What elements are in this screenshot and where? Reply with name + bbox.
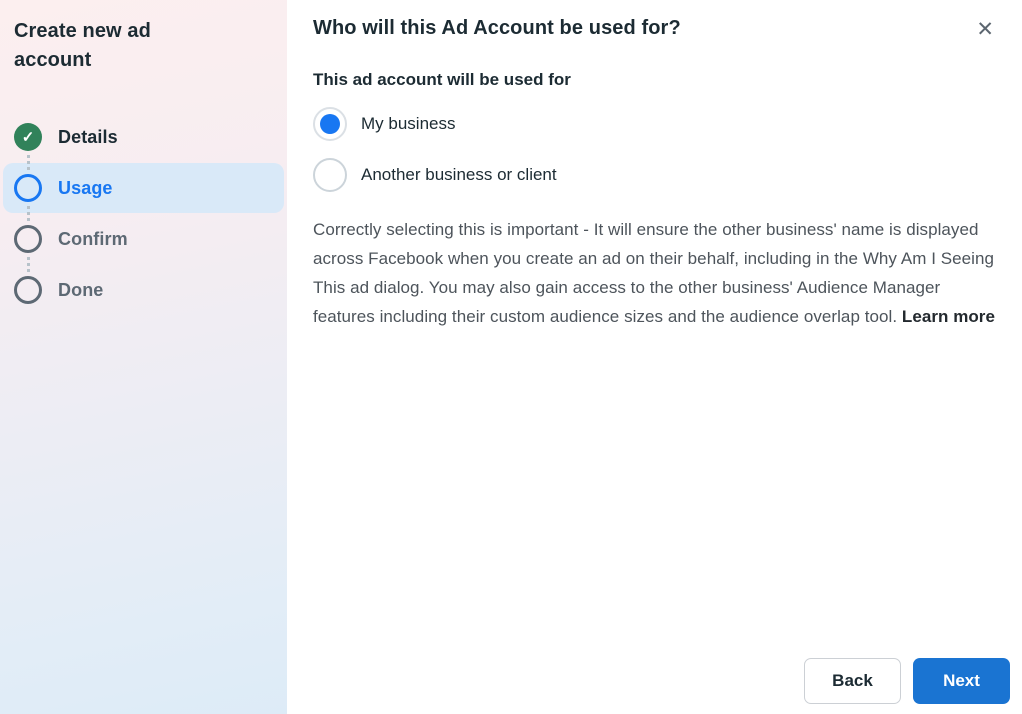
wizard-sidebar: Create new ad account ✓ Details Usage Co… <box>0 0 287 714</box>
step-confirm[interactable]: Confirm <box>3 206 284 264</box>
next-button[interactable]: Next <box>913 658 1010 704</box>
description-text: Correctly selecting this is important - … <box>313 220 994 326</box>
learn-more-link[interactable]: Learn more <box>902 307 995 326</box>
wizard-steps: ✓ Details Usage Confirm Done <box>3 112 284 315</box>
radio-button-selected[interactable] <box>313 107 347 141</box>
radio-dot <box>320 114 340 134</box>
step-label: Done <box>58 279 104 300</box>
radio-button-unselected[interactable] <box>313 158 347 192</box>
step-label: Details <box>58 126 118 147</box>
usage-description: Correctly selecting this is important - … <box>313 215 1006 331</box>
check-circle-icon: ✓ <box>14 123 42 151</box>
step-details[interactable]: ✓ Details <box>3 112 284 162</box>
step-label: Usage <box>58 177 113 198</box>
question-label: This ad account will be used for <box>313 70 571 89</box>
active-circle-icon <box>14 174 42 202</box>
step-usage[interactable]: Usage <box>3 155 284 213</box>
footer-actions: Back Next <box>804 658 1010 704</box>
create-ad-account-dialog: Create new ad account ✓ Details Usage Co… <box>0 0 1022 714</box>
radio-option-another-business[interactable]: Another business or client <box>313 158 1006 192</box>
pending-circle-icon <box>14 225 42 253</box>
main-header: Who will this Ad Account be used for? ✕ <box>313 17 1006 42</box>
page-title: Who will this Ad Account be used for? <box>313 17 681 39</box>
back-button[interactable]: Back <box>804 658 901 704</box>
close-icon[interactable]: ✕ <box>972 17 998 42</box>
step-done[interactable]: Done <box>3 257 284 315</box>
option-label: My business <box>361 114 456 133</box>
pending-circle-icon <box>14 276 42 304</box>
main-panel: Who will this Ad Account be used for? ✕ … <box>287 0 1022 714</box>
option-label: Another business or client <box>361 165 557 184</box>
radio-option-my-business[interactable]: My business <box>313 107 1006 141</box>
step-label: Confirm <box>58 228 128 249</box>
dialog-title: Create new ad account <box>14 20 151 71</box>
